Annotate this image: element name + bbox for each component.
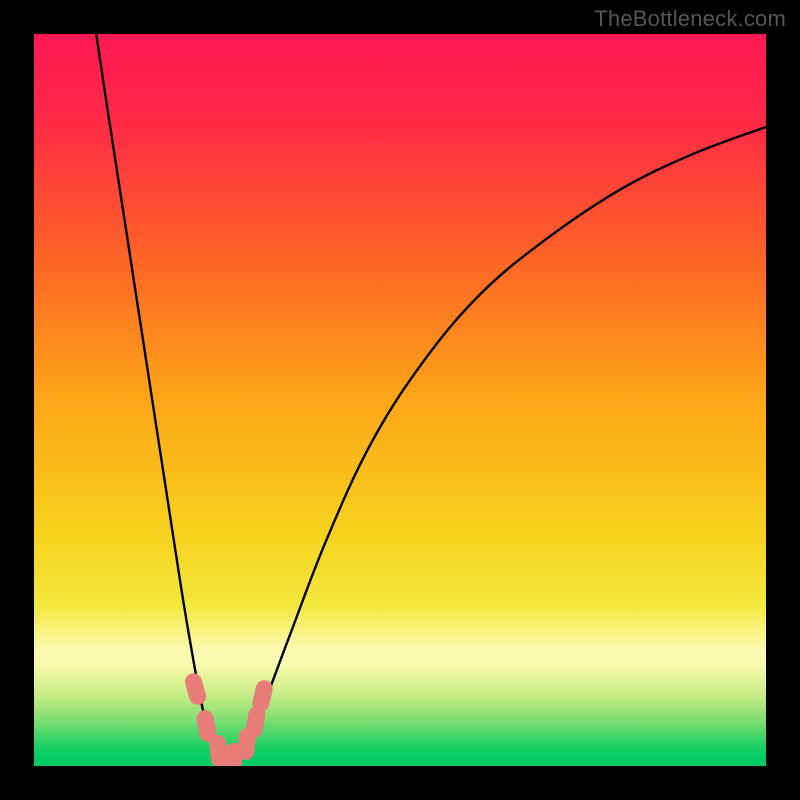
chart-frame: TheBottleneck.com [0,0,800,800]
attribution-label: TheBottleneck.com [594,6,786,32]
plot-svg [34,34,766,766]
plot-area [34,34,766,766]
heat-background [34,34,766,766]
